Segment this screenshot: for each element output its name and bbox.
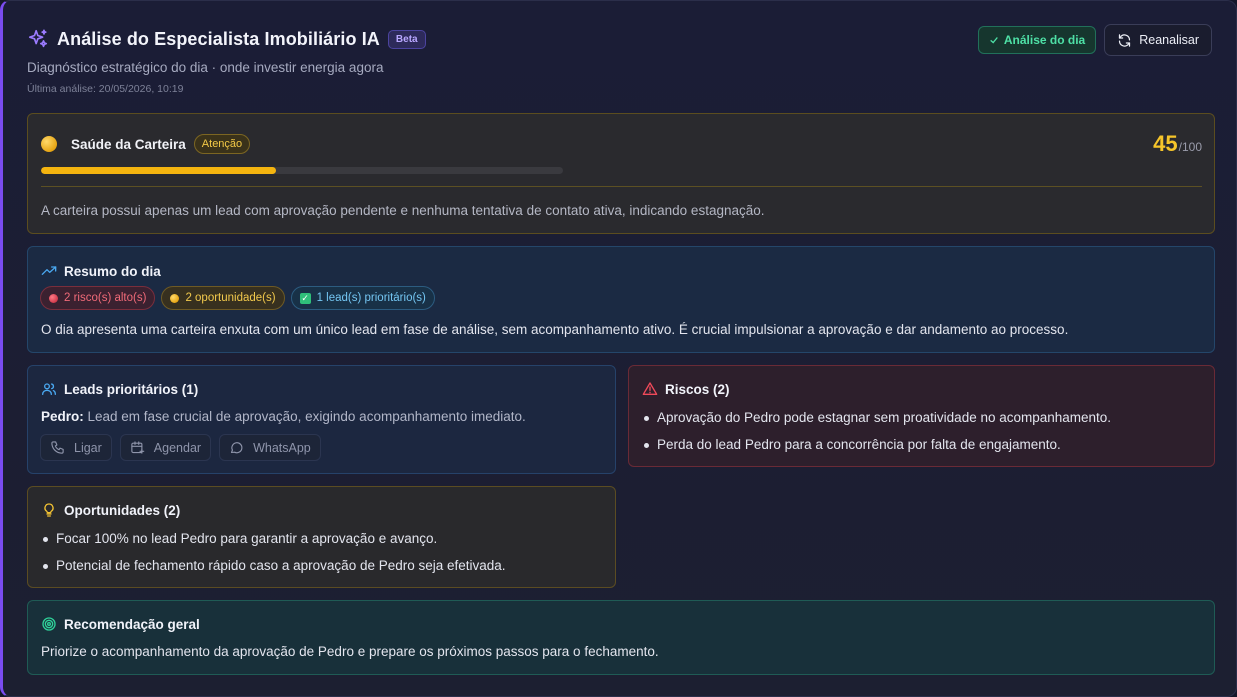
refresh-icon [1117, 33, 1132, 48]
health-progress-bar [41, 167, 563, 174]
list-item: Aprovação do Pedro pode estagnar sem pro… [644, 410, 1111, 437]
lead-item: Pedro: Lead em fase crucial de aprovação… [41, 409, 526, 424]
reanalyze-label: Reanalisar [1139, 33, 1199, 47]
call-button[interactable]: Ligar [40, 434, 112, 461]
health-progress-fill [41, 167, 276, 174]
trending-up-icon [41, 263, 57, 279]
target-icon [41, 616, 57, 632]
health-description: A carteira possui apenas um lead com apr… [41, 203, 765, 218]
risks-list: Aprovação do Pedro pode estagnar sem pro… [644, 410, 1111, 464]
opportunities-card: Oportunidades (2) Focar 100% no lead Ped… [27, 486, 616, 588]
portfolio-health-card: Saúde da Carteira Atenção 45 /100 A cart… [27, 113, 1215, 234]
list-item: Perda do lead Pedro para a concorrência … [644, 437, 1111, 464]
list-item: Focar 100% no lead Pedro para garantir a… [43, 531, 506, 558]
phone-icon [50, 440, 65, 455]
day-analysis-button[interactable]: Análise do dia [977, 26, 1097, 54]
daily-summary-card: Resumo do dia 2 risco(s) alto(s) 2 oport… [27, 246, 1215, 353]
day-analysis-label: Análise do dia [1003, 33, 1086, 47]
lightbulb-icon [41, 502, 57, 518]
priority-leads-title: Leads prioritários (1) [64, 381, 199, 397]
opportunities-list: Focar 100% no lead Pedro para garantir a… [43, 531, 506, 585]
whatsapp-button[interactable]: WhatsApp [219, 434, 321, 461]
priority-leads-pill: ✓ 1 lead(s) prioritário(s) [290, 286, 435, 310]
panel-header: Análise do Especialista Imobiliário IA B… [27, 24, 1212, 105]
list-item: Potencial de fechamento rápido caso a ap… [43, 558, 506, 585]
high-risks-pill: 2 risco(s) alto(s) [40, 286, 156, 310]
daily-summary-title: Resumo do dia [64, 263, 161, 279]
health-score-value: 45 [1153, 131, 1178, 156]
schedule-button[interactable]: Agendar [119, 434, 212, 461]
health-score: 45 /100 [1153, 131, 1202, 157]
risks-card: Riscos (2) Aprovação do Pedro pode estag… [628, 365, 1215, 467]
recommendation-text: Priorize o acompanhamento da aprovação d… [41, 644, 659, 659]
opportunities-label: 2 oportunidade(s) [185, 292, 276, 304]
opportunities-pill: 2 oportunidade(s) [161, 286, 285, 310]
recommendation-title: Recomendação geral [64, 616, 200, 632]
beta-badge: Beta [387, 29, 426, 49]
analysis-panel: Análise do Especialista Imobiliário IA B… [0, 0, 1237, 697]
health-score-max: /100 [1178, 140, 1202, 154]
last-analysis-timestamp: Última análise: 20/05/2026, 10:19 [27, 83, 184, 95]
checkbox-icon: ✓ [299, 292, 311, 304]
portfolio-health-title: Saúde da Carteira [71, 136, 186, 152]
yellow-status-dot-icon [41, 136, 57, 152]
divider [41, 186, 1202, 187]
message-circle-icon [229, 440, 244, 455]
risks-title: Riscos (2) [665, 381, 730, 397]
opportunities-title: Oportunidades (2) [64, 502, 181, 518]
lead-name: Pedro: [41, 409, 84, 424]
daily-summary-text: O dia apresenta uma carteira enxuta com … [41, 322, 1069, 337]
reanalyze-button[interactable]: Reanalisar [1104, 24, 1212, 56]
sparkles-icon [27, 28, 57, 50]
schedule-label: Agendar [153, 440, 202, 455]
priority-leads-label: 1 lead(s) prioritário(s) [316, 292, 426, 304]
red-dot-icon [49, 293, 58, 303]
status-badge: Atenção [193, 134, 251, 154]
calendar-plus-icon [130, 440, 145, 455]
check-icon [989, 35, 999, 45]
high-risks-label: 2 risco(s) alto(s) [64, 292, 147, 304]
page-title: Análise do Especialista Imobiliário IA [57, 28, 380, 49]
priority-leads-card: Leads prioritários (1) Pedro: Lead em fa… [27, 365, 616, 474]
lead-description: Lead em fase crucial de aprovação, exigi… [83, 409, 526, 424]
whatsapp-label: WhatsApp [253, 440, 311, 455]
yellow-dot-icon [170, 293, 180, 303]
warning-triangle-icon [642, 381, 658, 397]
recommendation-card: Recomendação geral Priorize o acompanham… [27, 600, 1215, 675]
users-icon [41, 381, 57, 397]
call-label: Ligar [74, 440, 102, 455]
page-subtitle: Diagnóstico estratégico do dia · onde in… [27, 60, 384, 75]
